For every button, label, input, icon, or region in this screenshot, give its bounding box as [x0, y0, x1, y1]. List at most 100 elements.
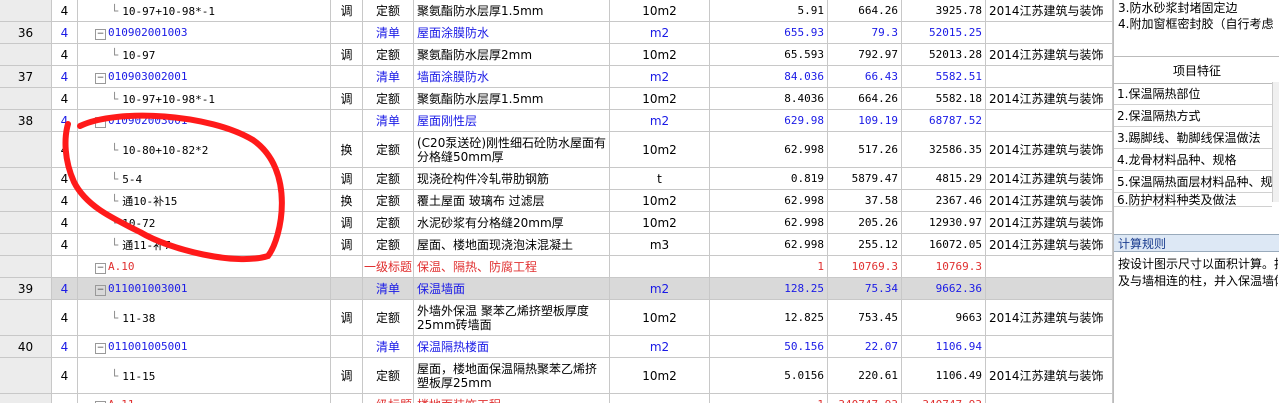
quantity-cell[interactable]: 128.25 — [710, 278, 828, 299]
adjust-cell[interactable]: 调 — [331, 300, 363, 335]
source-cell[interactable]: 2014江苏建筑与装饰 — [986, 358, 1113, 393]
level-cell[interactable] — [52, 256, 78, 277]
unit-cell[interactable]: m3 — [610, 234, 710, 255]
type-cell[interactable]: 定额 — [363, 0, 414, 21]
row-number[interactable] — [0, 256, 52, 277]
source-cell[interactable] — [986, 278, 1113, 299]
name-cell[interactable]: 保温墙面 — [414, 278, 610, 299]
row-number[interactable] — [0, 212, 52, 233]
source-cell[interactable] — [986, 394, 1113, 403]
price-cell[interactable]: 37.58 — [828, 190, 902, 211]
code-cell[interactable]: └ 10-72 — [78, 212, 331, 233]
adjust-cell[interactable] — [331, 256, 363, 277]
level-cell[interactable]: 4 — [52, 300, 78, 335]
unit-cell[interactable]: 10m2 — [610, 0, 710, 21]
source-cell[interactable]: 2014江苏建筑与装饰 — [986, 0, 1113, 21]
quantity-cell[interactable]: 62.998 — [710, 212, 828, 233]
level-cell[interactable]: 4 — [52, 44, 78, 65]
total-cell[interactable]: 32586.35 — [902, 132, 986, 167]
price-cell[interactable]: 10769.3 — [828, 256, 902, 277]
feature-scrollbar[interactable] — [1272, 82, 1279, 202]
source-cell[interactable]: 2014江苏建筑与装饰 — [986, 132, 1113, 167]
price-cell[interactable]: 792.97 — [828, 44, 902, 65]
norm-row[interactable]: 4 └ 10-97+10-98*-1 调 定额 聚氨酯防水层厚1.5mm 10m2 8.403… — [0, 88, 1113, 110]
unit-cell[interactable]: m2 — [610, 22, 710, 43]
collapse-icon[interactable]: − — [95, 73, 106, 84]
level-cell[interactable]: 4 — [52, 234, 78, 255]
feature-item[interactable]: 2.保温隔热方式 — [1114, 105, 1272, 127]
quantity-cell[interactable]: 84.036 — [710, 66, 828, 87]
level-cell[interactable]: 4 — [52, 336, 78, 357]
type-cell[interactable]: 一级标题 — [363, 256, 414, 277]
norm-row[interactable]: 4 └ 通10-补15 换 定额 覆土屋面 玻璃布 过滤层 10m2 62.998 37.58 2… — [0, 190, 1113, 212]
feature-item[interactable]: 5.保温隔热面层材料品种、规 — [1114, 171, 1272, 193]
adjust-cell[interactable]: 调 — [331, 168, 363, 189]
adjust-cell[interactable]: 调 — [331, 44, 363, 65]
code-cell[interactable]: −011001003001 — [78, 278, 331, 299]
source-cell[interactable] — [986, 66, 1113, 87]
feature-item[interactable]: 6.防护材料种类及做法 — [1114, 193, 1272, 207]
name-cell[interactable]: 聚氨酯防水层厚2mm — [414, 44, 610, 65]
level-cell[interactable]: 4 — [52, 22, 78, 43]
norm-row[interactable]: 4 └ 11-15 调 定额 屋面，楼地面保温隔热聚苯乙烯挤塑板厚25mm 10m2 5.01… — [0, 358, 1113, 394]
norm-row[interactable]: 4 └ 通11-补7 调 定额 屋面、楼地面现浇泡沫混凝土 m3 62.998 255.12 16… — [0, 234, 1113, 256]
total-cell[interactable]: 5582.18 — [902, 88, 986, 109]
quantity-cell[interactable]: 1 — [710, 256, 828, 277]
total-cell[interactable]: 52015.25 — [902, 22, 986, 43]
type-cell[interactable]: 一级标题 — [363, 394, 414, 403]
code-cell[interactable]: └ 10-97+10-98*-1 — [78, 0, 331, 21]
quantity-cell[interactable]: 1 — [710, 394, 828, 403]
name-cell[interactable]: 墙面涂膜防水 — [414, 66, 610, 87]
price-cell[interactable]: 75.34 — [828, 278, 902, 299]
price-cell[interactable]: 66.43 — [828, 66, 902, 87]
source-cell[interactable] — [986, 22, 1113, 43]
quantity-cell[interactable]: 62.998 — [710, 132, 828, 167]
total-cell[interactable]: 1106.94 — [902, 336, 986, 357]
code-cell[interactable]: └ 10-97+10-98*-1 — [78, 88, 331, 109]
unit-cell[interactable]: 10m2 — [610, 44, 710, 65]
norm-row[interactable]: 4 └ 10-97 调 定额 聚氨酯防水层厚2mm 10m2 65.593 792.97 5201… — [0, 44, 1113, 66]
name-cell[interactable]: 屋面，楼地面保温隔热聚苯乙烯挤塑板厚25mm — [414, 358, 610, 393]
total-cell[interactable]: 52013.28 — [902, 44, 986, 65]
norm-row[interactable]: 4 └ 5-4 调 定额 现浇砼构件冷轧带肋钢筋 t 0.819 5879.47 4815.29 2… — [0, 168, 1113, 190]
unit-cell[interactable]: m2 — [610, 66, 710, 87]
unit-cell[interactable]: 10m2 — [610, 132, 710, 167]
feature-item[interactable]: 3.踢脚线、勒脚线保温做法 — [1114, 127, 1272, 149]
price-cell[interactable]: 255.12 — [828, 234, 902, 255]
price-cell[interactable]: 517.26 — [828, 132, 902, 167]
total-cell[interactable]: 5582.51 — [902, 66, 986, 87]
section-row[interactable]: −A.11 一级标题楼地面装饰工程 1 340747.93 340747.93 — [0, 394, 1113, 403]
source-cell[interactable]: 2014江苏建筑与装饰 — [986, 44, 1113, 65]
source-cell[interactable] — [986, 256, 1113, 277]
name-cell[interactable]: 屋面、楼地面现浇泡沫混凝土 — [414, 234, 610, 255]
calc-rule-title[interactable]: 计算规则 — [1114, 234, 1279, 252]
level-cell[interactable]: 4 — [52, 278, 78, 299]
total-cell[interactable]: 340747.93 — [902, 394, 986, 403]
name-cell[interactable]: 现浇砼构件冷轧带肋钢筋 — [414, 168, 610, 189]
total-cell[interactable]: 16072.05 — [902, 234, 986, 255]
source-cell[interactable]: 2014江苏建筑与装饰 — [986, 234, 1113, 255]
price-cell[interactable]: 664.26 — [828, 0, 902, 21]
level-cell[interactable]: 4 — [52, 0, 78, 21]
name-cell[interactable]: 保温隔热楼面 — [414, 336, 610, 357]
quantity-cell[interactable]: 65.593 — [710, 44, 828, 65]
adjust-cell[interactable] — [331, 336, 363, 357]
code-cell[interactable]: └ 11-15 — [78, 358, 331, 393]
unit-cell[interactable]: m2 — [610, 110, 710, 131]
price-cell[interactable]: 220.61 — [828, 358, 902, 393]
code-cell[interactable]: └ 5-4 — [78, 168, 331, 189]
list-row[interactable]: 40 4 −011001005001 清单 保温隔热楼面 m2 50.156 22.07 110… — [0, 336, 1113, 358]
list-row[interactable]: 38 4 −010902003001 清单 屋面刚性层 m2 629.98 109.19 687… — [0, 110, 1113, 132]
unit-cell[interactable] — [610, 256, 710, 277]
quantity-cell[interactable]: 5.0156 — [710, 358, 828, 393]
row-number[interactable] — [0, 394, 52, 403]
level-cell[interactable]: 4 — [52, 66, 78, 87]
code-cell[interactable]: └ 通10-补15 — [78, 190, 331, 211]
quantity-cell[interactable]: 62.998 — [710, 190, 828, 211]
section-row[interactable]: − A.10 一级标题 保温、隔热、防腐工程 1 10769.3 10769.3 — [0, 256, 1113, 278]
row-number[interactable] — [0, 0, 52, 21]
name-cell[interactable]: 聚氨酯防水层厚1.5mm — [414, 0, 610, 21]
price-cell[interactable]: 205.26 — [828, 212, 902, 233]
price-cell[interactable]: 664.26 — [828, 88, 902, 109]
code-cell[interactable]: └ 11-38 — [78, 300, 331, 335]
